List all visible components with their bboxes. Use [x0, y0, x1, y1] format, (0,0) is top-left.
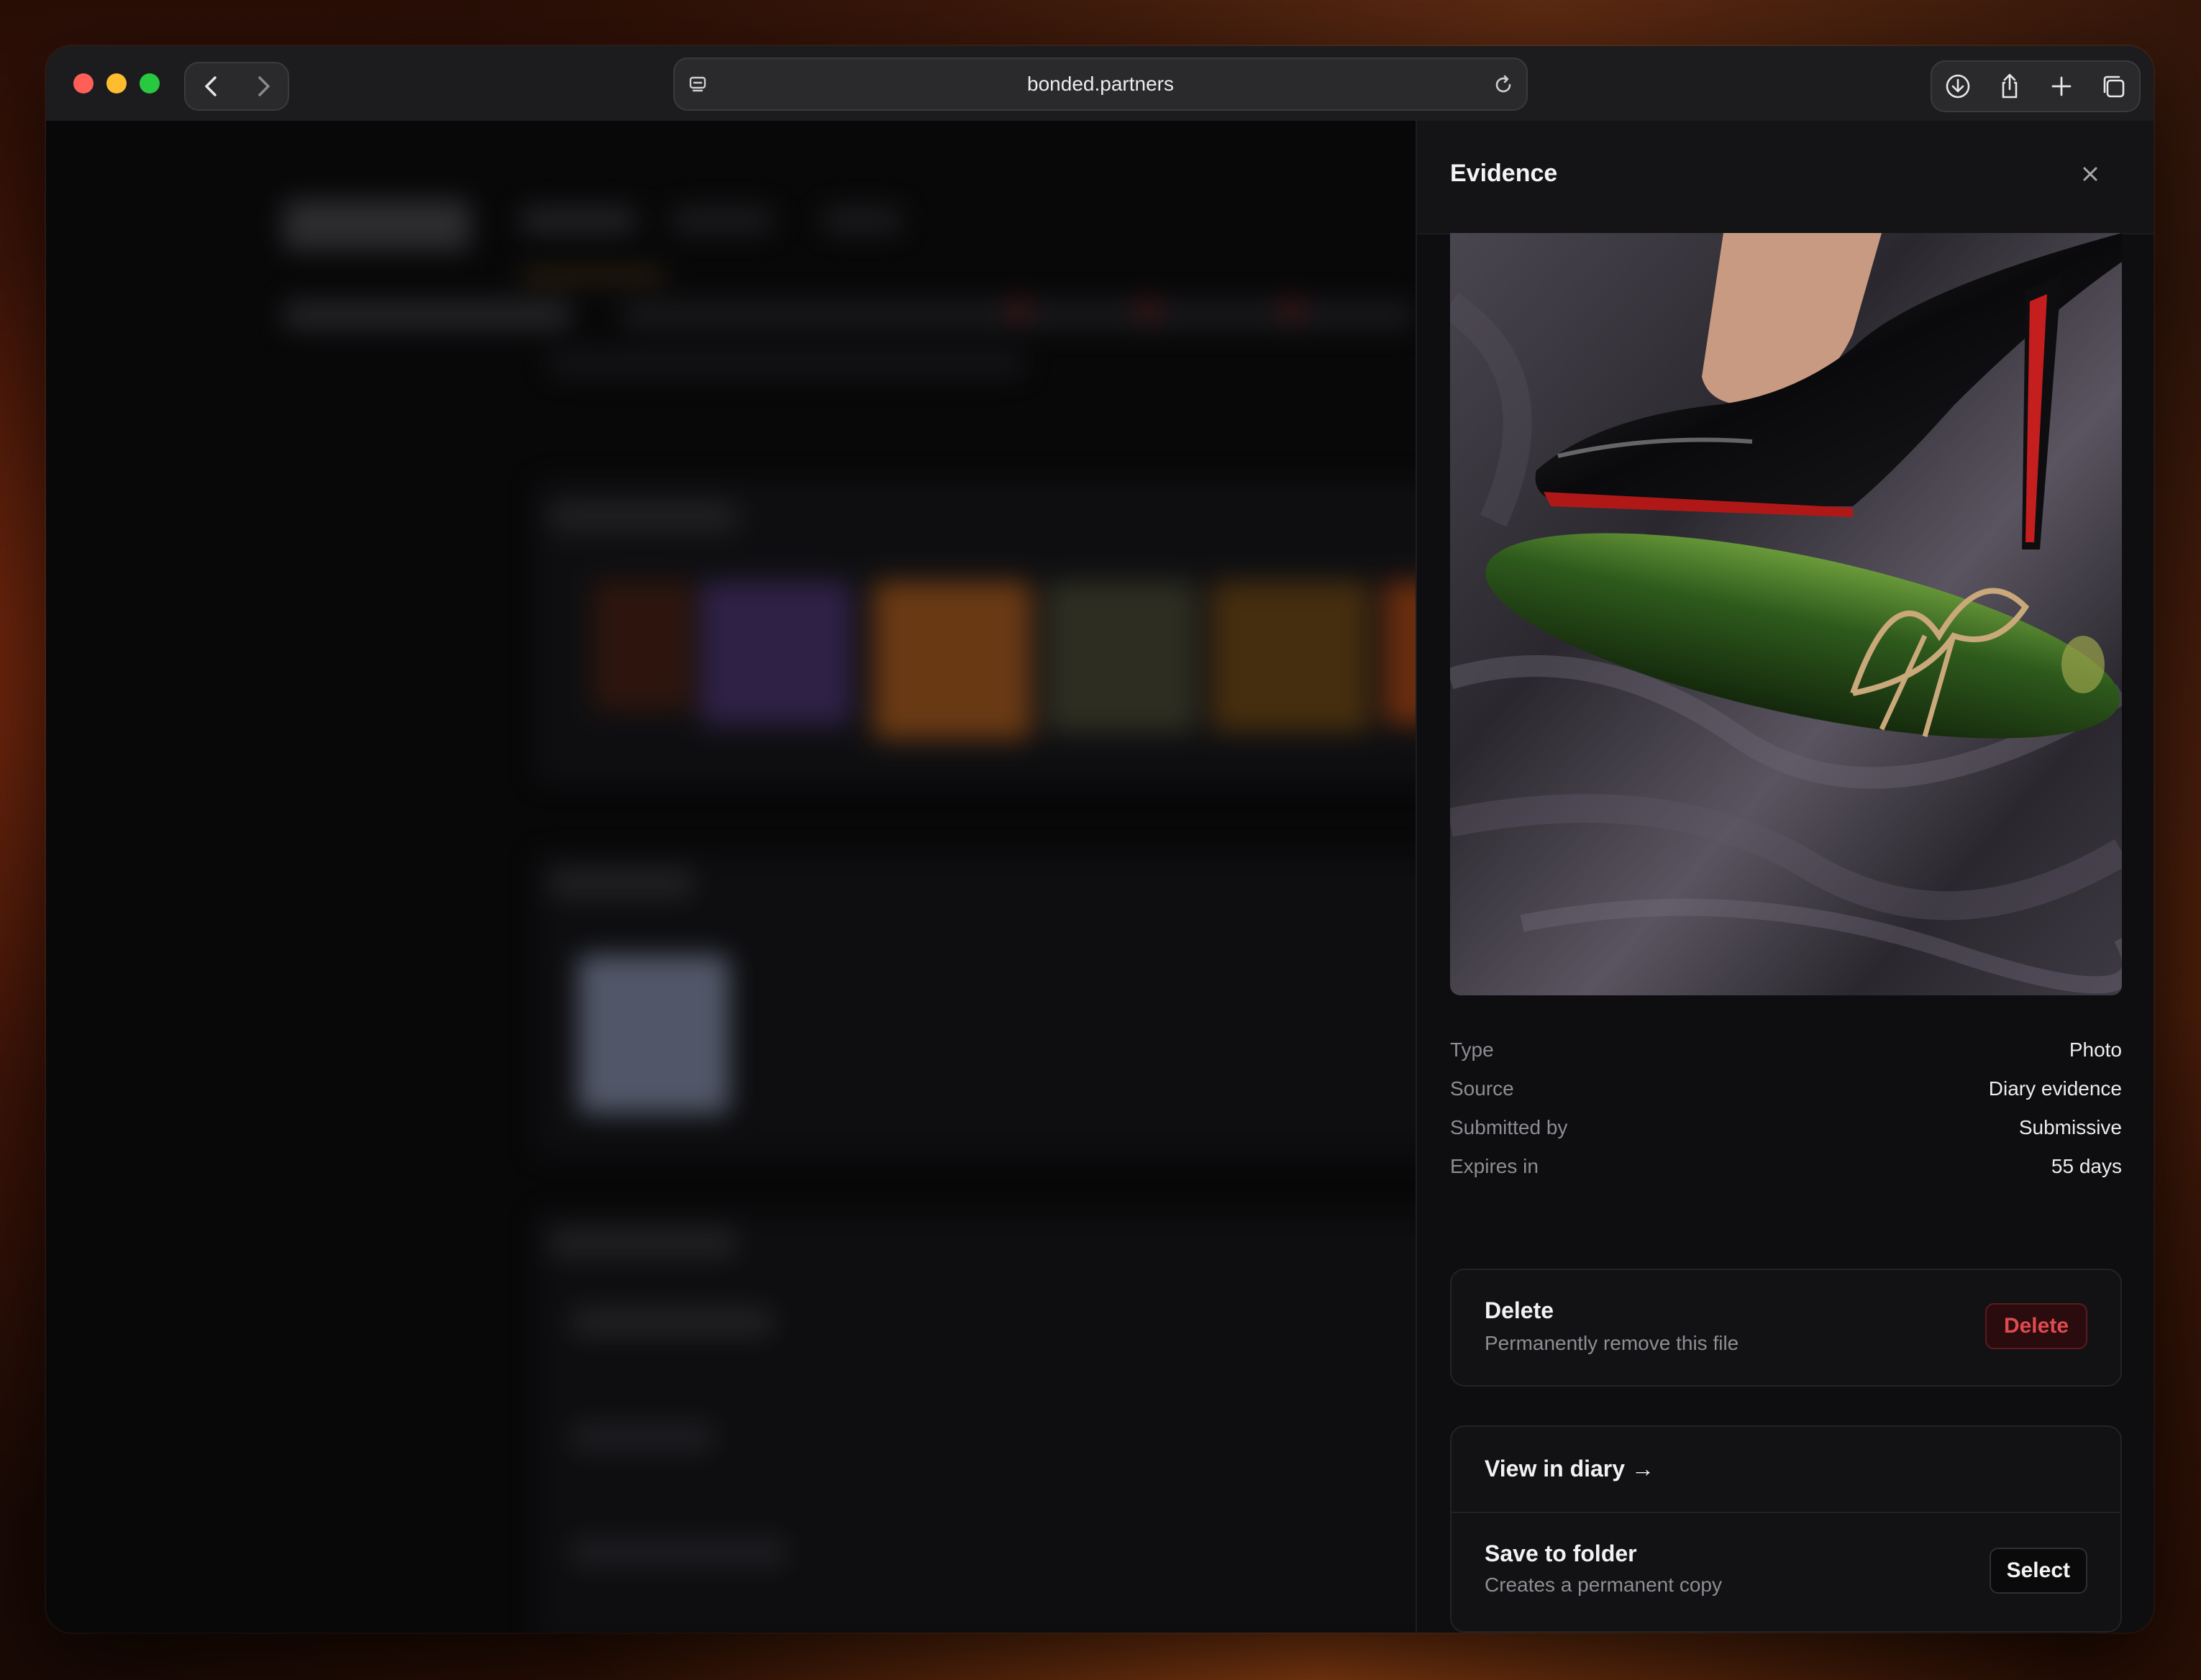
blurred-thumb [1211, 581, 1370, 732]
download-icon[interactable] [1938, 66, 1978, 106]
evidence-metadata: Type Photo Source Diary evidence Submitt… [1450, 1033, 2122, 1188]
blurred-section-title [550, 1228, 737, 1257]
meta-row-expires-in: Expires in 55 days [1450, 1149, 2122, 1188]
meta-value: Submissive [2018, 1116, 2122, 1138]
save-to-folder-title: Save to folder [1485, 1540, 1637, 1566]
meta-row-source: Source Diary evidence [1450, 1072, 2122, 1110]
blurred-nav [672, 207, 773, 233]
delete-card-title: Delete [1485, 1297, 1554, 1323]
select-folder-button[interactable]: Select [1989, 1548, 2087, 1594]
meta-value: Diary evidence [1988, 1077, 2122, 1100]
browser-toolbar: bonded.partners [46, 46, 2154, 122]
back-button[interactable] [186, 63, 237, 109]
delete-card: Delete Permanently remove this file Dele… [1450, 1269, 2122, 1387]
evidence-drawer: Evidence Type Photo Source Diary evidenc… [1416, 121, 2154, 1633]
meta-row-type: Type Photo [1450, 1033, 2122, 1072]
address-bar[interactable]: bonded.partners [673, 58, 1528, 111]
tabs-overview-icon[interactable] [2093, 66, 2133, 106]
blurred-thumb [1384, 581, 1416, 725]
blurred-section-title [550, 869, 693, 898]
toolbar-actions [1931, 60, 2141, 112]
blurred-thumb [593, 581, 693, 711]
navigation-group [184, 62, 289, 111]
meta-key: Expires in [1450, 1155, 1539, 1177]
divider [1452, 1512, 2120, 1513]
meta-key: Type [1450, 1038, 1494, 1061]
minimize-window-button[interactable] [106, 73, 127, 93]
close-window-button[interactable] [73, 73, 94, 93]
blurred-nav [521, 207, 636, 233]
blurred-row [571, 1423, 715, 1451]
close-icon [2083, 167, 2097, 181]
save-to-folder-subtitle: Creates a permanent copy [1485, 1574, 1722, 1596]
blurred-heading [283, 301, 571, 329]
url-text: bonded.partners [1027, 73, 1174, 95]
chevron-right-icon [258, 76, 270, 96]
blurred-row [571, 1538, 787, 1566]
view-in-diary-link[interactable]: View in diary → [1485, 1456, 1654, 1482]
blurred-thumb [701, 581, 852, 725]
blurred-thumb [1046, 581, 1197, 732]
meta-key: Source [1450, 1077, 1514, 1100]
delete-button[interactable]: Delete [1984, 1303, 2087, 1349]
forward-button[interactable] [237, 63, 289, 109]
drawer-header: Evidence [1417, 121, 2154, 234]
browser-window: bonded.partners Evidence Type Photo Sour… [46, 46, 2154, 1633]
blurred-badge [1010, 301, 1027, 318]
share-icon[interactable] [1990, 66, 2030, 106]
chevron-left-icon [205, 76, 217, 96]
blurred-thumb [578, 955, 729, 1113]
meta-value: Photo [2069, 1038, 2122, 1061]
evidence-photo[interactable] [1450, 233, 2122, 995]
meta-value: 55 days [2051, 1155, 2122, 1177]
meta-key: Submitted by [1450, 1116, 1568, 1138]
actions-card: View in diary → Save to folder Creates a… [1450, 1425, 2122, 1633]
blurred-subfilters [550, 351, 1024, 375]
blurred-thumb [873, 581, 1031, 739]
blurred-section-title [550, 502, 737, 531]
meta-row-submitted-by: Submitted by Submissive [1450, 1110, 2122, 1149]
drawer-title: Evidence [1450, 160, 1558, 187]
blurred-tab-underline [521, 272, 665, 279]
blurred-row [571, 1307, 773, 1336]
blurred-logo [283, 200, 470, 250]
fullscreen-window-button[interactable] [140, 73, 160, 93]
new-tab-icon[interactable] [2041, 66, 2082, 106]
blurred-background-page [46, 121, 1416, 1633]
blurred-badge [1139, 301, 1157, 318]
blurred-nav [823, 207, 902, 233]
close-drawer-button[interactable] [2074, 158, 2106, 190]
blurred-badge [1283, 301, 1300, 318]
reload-icon[interactable] [1490, 72, 1516, 98]
delete-card-subtitle: Permanently remove this file [1485, 1332, 1739, 1354]
